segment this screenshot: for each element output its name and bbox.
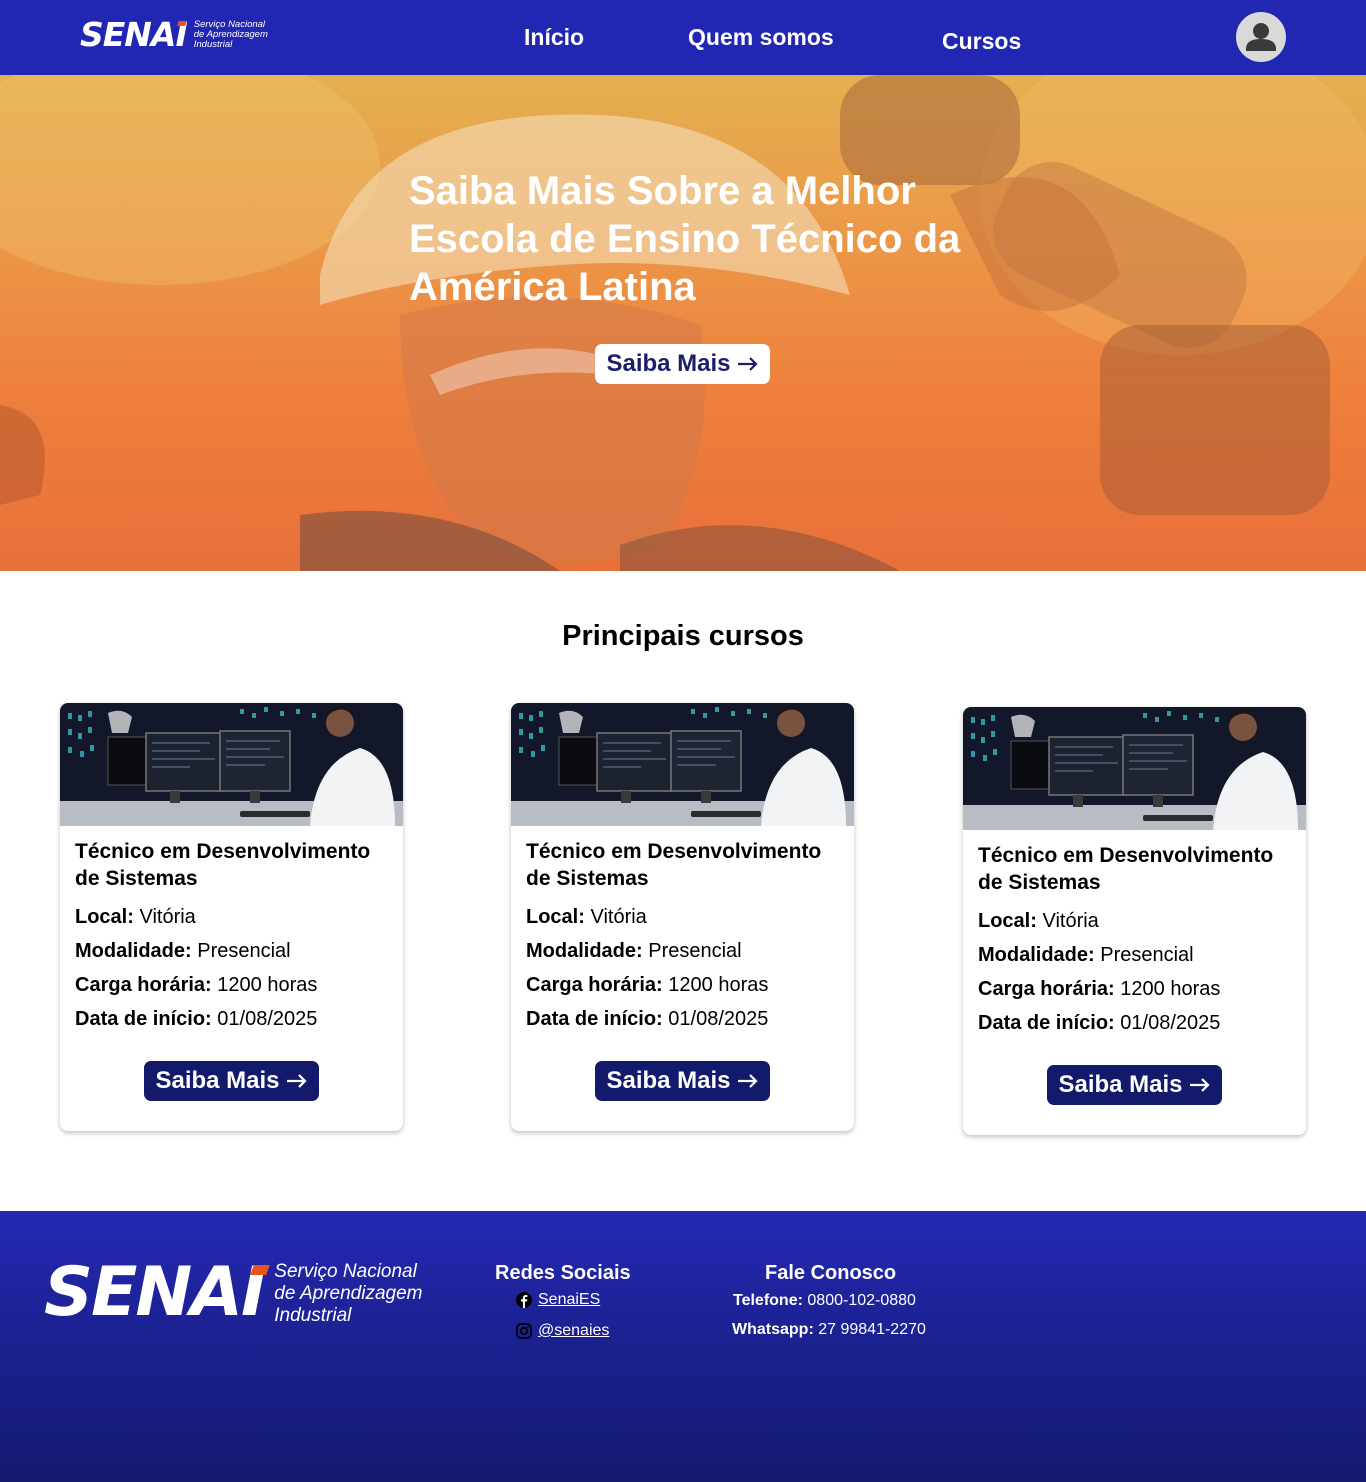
footer-logo-wordmark: SENAI xyxy=(44,1259,270,1327)
course-card: Técnico em Desenvolvimento de Sistemas L… xyxy=(60,703,403,1131)
carga-value: 1200 horas xyxy=(1120,978,1221,1000)
footer-logo-tagline: Serviço Nacional de Aprendizagem Industr… xyxy=(274,1261,423,1326)
facebook-link-label: SenaiES xyxy=(538,1291,601,1308)
course-inicio: Data de início: 01/08/2025 xyxy=(978,1011,1220,1035)
arrow-right-icon xyxy=(737,357,758,371)
course-inicio: Data de início: 01/08/2025 xyxy=(526,1007,768,1031)
carga-value: 1200 horas xyxy=(668,974,769,996)
course-carga: Carga horária: 1200 horas xyxy=(526,973,768,997)
local-label: Local: xyxy=(978,910,1037,932)
local-label: Local: xyxy=(526,906,585,928)
whatsapp-value[interactable]: 27 99841-2270 xyxy=(818,1321,926,1338)
contact-phone: Telefone: 0800-102-0880 xyxy=(733,1292,916,1310)
instagram-icon xyxy=(516,1323,532,1339)
carga-value: 1200 horas xyxy=(217,974,318,996)
modalidade-value: Presencial xyxy=(648,940,742,962)
carga-label: Carga horária: xyxy=(526,974,663,996)
course-saiba-mais-button[interactable]: Saiba Mais xyxy=(144,1061,319,1101)
arrow-right-icon xyxy=(1189,1078,1210,1092)
local-label: Local: xyxy=(75,906,134,928)
course-saiba-mais-button[interactable]: Saiba Mais xyxy=(595,1061,770,1101)
course-title: Técnico em Desenvolvimento de Sistemas xyxy=(526,840,822,890)
hero-title: Saiba Mais Sobre a Melhor Escola de Ensi… xyxy=(409,169,961,309)
modalidade-label: Modalidade: xyxy=(75,940,192,962)
course-saiba-mais-button[interactable]: Saiba Mais xyxy=(1047,1065,1222,1105)
contact-whatsapp: Whatsapp: 27 99841-2270 xyxy=(732,1321,926,1339)
course-modalidade: Modalidade: Presencial xyxy=(526,939,742,963)
course-modalidade: Modalidade: Presencial xyxy=(75,939,291,963)
carga-label: Carga horária: xyxy=(978,978,1115,1000)
course-card: Técnico em Desenvolvimento de Sistemas L… xyxy=(511,703,854,1131)
course-image xyxy=(511,703,854,826)
nav-inicio[interactable]: Início xyxy=(524,24,584,51)
footer: SENAI Serviço Nacional de Aprendizagem I… xyxy=(0,1211,1366,1482)
course-title: Técnico em Desenvolvimento de Sistemas xyxy=(978,844,1274,894)
footer-senai-logo[interactable]: SENAI Serviço Nacional de Aprendizagem I… xyxy=(44,1259,423,1327)
local-value: Vitória xyxy=(1042,910,1099,932)
social-title: Redes Sociais xyxy=(495,1262,631,1284)
modalidade-label: Modalidade: xyxy=(526,940,643,962)
phone-value[interactable]: 0800-102-0880 xyxy=(807,1292,916,1309)
hero-saiba-mais-button[interactable]: Saiba Mais xyxy=(595,344,770,384)
modalidade-label: Modalidade: xyxy=(978,944,1095,966)
nav-quem-somos[interactable]: Quem somos xyxy=(688,24,834,51)
inicio-value: 01/08/2025 xyxy=(217,1008,318,1030)
logo-wordmark: SENAI xyxy=(80,15,188,54)
course-button-label: Saiba Mais xyxy=(155,1067,280,1094)
top-navbar: SENAI Serviço Nacional de Aprendizagem I… xyxy=(0,0,1366,75)
course-carga: Carga horária: 1200 horas xyxy=(978,977,1220,1001)
facebook-icon xyxy=(516,1292,532,1308)
inicio-label: Data de início: xyxy=(978,1012,1115,1034)
course-local: Local: Vitória xyxy=(978,909,1099,933)
inicio-label: Data de início: xyxy=(75,1008,212,1030)
hero-worker-image xyxy=(0,75,1366,571)
modalidade-value: Presencial xyxy=(1100,944,1194,966)
modalidade-value: Presencial xyxy=(197,940,291,962)
contact-title: Fale Conosco xyxy=(765,1262,897,1284)
nav-cursos[interactable]: Cursos xyxy=(942,28,1021,55)
carga-label: Carga horária: xyxy=(75,974,212,996)
course-title: Técnico em Desenvolvimento de Sistemas xyxy=(75,840,371,890)
local-value: Vitória xyxy=(590,906,647,928)
course-button-label: Saiba Mais xyxy=(1058,1071,1183,1098)
course-button-label: Saiba Mais xyxy=(606,1067,731,1094)
course-modalidade: Modalidade: Presencial xyxy=(978,943,1194,967)
hero-banner: Saiba Mais Sobre a Melhor Escola de Ensi… xyxy=(0,75,1366,571)
course-card: Técnico em Desenvolvimento de Sistemas L… xyxy=(963,707,1306,1135)
course-carga: Carga horária: 1200 horas xyxy=(75,973,317,997)
course-image xyxy=(963,707,1306,830)
course-local: Local: Vitória xyxy=(526,905,647,929)
inicio-value: 01/08/2025 xyxy=(1120,1012,1221,1034)
facebook-link[interactable]: SenaiES xyxy=(516,1291,600,1309)
course-local: Local: Vitória xyxy=(75,905,196,929)
arrow-right-icon xyxy=(286,1074,307,1088)
whatsapp-label: Whatsapp: xyxy=(732,1321,814,1338)
hero-button-label: Saiba Mais xyxy=(606,350,731,377)
instagram-link-label: @senaies xyxy=(538,1322,610,1339)
course-inicio: Data de início: 01/08/2025 xyxy=(75,1007,317,1031)
phone-label: Telefone: xyxy=(733,1292,803,1309)
user-avatar-icon[interactable] xyxy=(1236,12,1286,62)
logo-tagline: Serviço Nacional de Aprendizagem Industr… xyxy=(193,18,268,50)
courses-section-title: Principais cursos xyxy=(562,620,804,652)
senai-logo[interactable]: SENAI Serviço Nacional de Aprendizagem I… xyxy=(80,18,268,51)
local-value: Vitória xyxy=(139,906,196,928)
arrow-right-icon xyxy=(737,1074,758,1088)
instagram-link[interactable]: @senaies xyxy=(516,1322,609,1340)
course-image xyxy=(60,703,403,826)
inicio-value: 01/08/2025 xyxy=(668,1008,769,1030)
inicio-label: Data de início: xyxy=(526,1008,663,1030)
